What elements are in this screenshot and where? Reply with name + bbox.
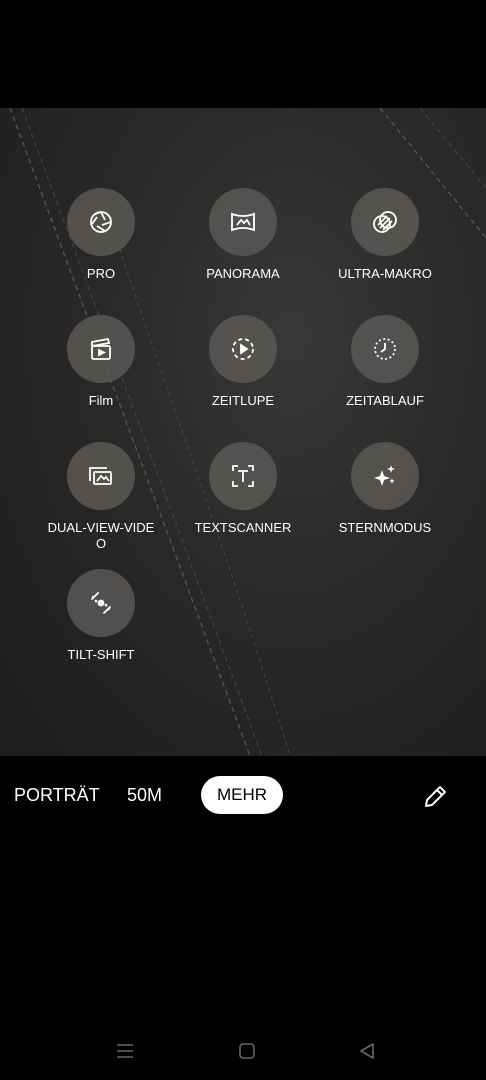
mode-label: DUAL-VIEW-VIDEO: [47, 520, 155, 551]
mode-slow-motion[interactable]: ZEITLUPE: [173, 315, 313, 409]
mode-text-scanner[interactable]: TEXTSCANNER: [173, 442, 313, 536]
mode-label: TEXTSCANNER: [194, 520, 292, 535]
menu-icon[interactable]: [114, 1040, 136, 1062]
slow-motion-icon: [209, 315, 277, 383]
mode-dual-view-video[interactable]: DUAL-VIEW-VIDEO: [31, 442, 171, 552]
tab-50m[interactable]: 50M: [127, 776, 162, 814]
mode-pro[interactable]: PRO: [31, 188, 171, 282]
pencil-icon[interactable]: [420, 782, 450, 812]
macro-icon: [351, 188, 419, 256]
mode-label: TILT-SHIFT: [67, 647, 135, 662]
clapperboard-icon: [67, 315, 135, 383]
camera-viewfinder[interactable]: PRO PANORAMA ULTRA-MAKRO Film ZEITLUPE Z…: [0, 108, 486, 756]
mode-tilt-shift[interactable]: TILT-SHIFT: [31, 569, 171, 663]
square-icon[interactable]: [236, 1040, 258, 1062]
mode-label: ZEITABLAUF: [346, 393, 424, 408]
dual-view-icon: [67, 442, 135, 510]
mode-label: ZEITLUPE: [211, 393, 275, 408]
mode-label: Film: [88, 393, 114, 408]
mode-label: STERNMODUS: [338, 520, 432, 535]
text-scanner-icon: [209, 442, 277, 510]
mode-film[interactable]: Film: [31, 315, 171, 409]
mode-label: PRO: [86, 266, 116, 281]
mode-timelapse[interactable]: ZEITABLAUF: [315, 315, 455, 409]
timelapse-icon: [351, 315, 419, 383]
sparkle-icon: [351, 442, 419, 510]
mode-label: ULTRA-MAKRO: [338, 266, 432, 281]
back-triangle-icon[interactable]: [356, 1040, 378, 1062]
aperture-icon: [67, 188, 135, 256]
tab-portrait[interactable]: PORTRÄT: [14, 776, 100, 814]
mode-panorama[interactable]: PANORAMA: [173, 188, 313, 282]
mode-switcher: PORTRÄT 50M MEHR: [0, 756, 486, 836]
panorama-icon: [209, 188, 277, 256]
navigation-bar: [0, 1030, 486, 1070]
tilt-shift-icon: [67, 569, 135, 637]
mode-ultra-macro[interactable]: ULTRA-MAKRO: [315, 188, 455, 282]
mode-label: PANORAMA: [206, 266, 280, 281]
tab-more[interactable]: MEHR: [201, 776, 284, 814]
mode-star[interactable]: STERNMODUS: [315, 442, 455, 536]
